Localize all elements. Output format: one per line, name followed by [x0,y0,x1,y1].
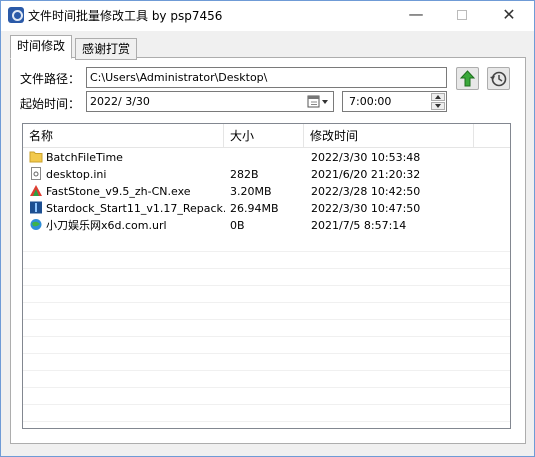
spinner-down-icon[interactable] [431,102,445,110]
file-name: 小刀娱乐网x6d.com.url [46,219,167,232]
row-divider [23,387,510,388]
start-time-label: 起始时间： [20,97,81,111]
file-size: 0B [230,219,245,232]
main-window: 文件时间批量修改工具 by psp7456 — ✕ 时间修改 感谢打赏 文件路径… [0,0,535,457]
file-time: 2021/7/5 8:57:14 [311,219,407,232]
minimize-button[interactable]: — [393,1,439,30]
row-divider [23,404,510,405]
maximize-icon [457,9,467,20]
file-size: 282B [230,168,259,181]
app-icon [8,7,24,23]
row-divider [23,285,510,286]
column-size[interactable]: 大小 [224,124,304,148]
spinner-up-icon[interactable] [431,93,445,101]
file-row[interactable]: FastStone_v9.5_zh-CN.exe 3.20MB 2022/3/2… [23,183,510,200]
time-spinner[interactable] [431,93,445,110]
file-name-cell: Stardock_Start11_v1.17_Repack.... [29,200,225,217]
file-name-cell: FastStone_v9.5_zh-CN.exe [29,183,225,200]
row-divider [23,319,510,320]
path-input[interactable]: C:\Users\Administrator\Desktop\ [86,67,447,88]
time-field[interactable]: 7:00:00 [342,91,447,112]
settings-file-icon [31,167,41,180]
tab-time-edit[interactable]: 时间修改 [10,35,73,59]
calendar-dropdown-button[interactable] [307,94,331,109]
history-icon [490,71,507,87]
file-list[interactable]: 名称 大小 修改时间 BatchFileTime 2022/3/30 10:53… [22,123,511,429]
time-value: 7:00:00 [349,95,392,108]
file-row[interactable]: desktop.ini 282B 2021/6/20 21:20:32 [23,166,510,183]
file-row[interactable]: 小刀娱乐网x6d.com.url 0B 2021/7/5 8:57:14 [23,217,510,234]
column-modified-time[interactable]: 修改时间 [304,124,474,148]
file-name: BatchFileTime [46,151,123,164]
list-header: 名称 大小 修改时间 [23,124,510,148]
file-name: Stardock_Start11_v1.17_Repack.... [46,202,225,215]
file-name: desktop.ini [46,168,107,181]
file-time: 2022/3/28 10:42:50 [311,185,421,198]
row-divider [23,302,510,303]
file-name-cell: BatchFileTime [29,149,225,166]
column-name[interactable]: 名称 [23,124,224,148]
history-button[interactable] [487,67,510,90]
file-name-cell: 小刀娱乐网x6d.com.url [29,217,225,234]
calendar-icon [307,95,328,108]
title-bar[interactable]: 文件时间批量修改工具 by psp7456 — ✕ [1,1,534,31]
date-picker[interactable]: 2022/ 3/30 [86,91,334,112]
path-label: 文件路径： [20,72,81,86]
file-size: 3.20MB [230,185,272,198]
file-name: FastStone_v9.5_zh-CN.exe [46,185,191,198]
file-row[interactable]: BatchFileTime 2022/3/30 10:53:48 [23,149,510,166]
file-time: 2021/6/20 21:20:32 [311,168,421,181]
row-divider [23,268,510,269]
faststone-icon [30,185,42,196]
file-size [230,149,300,166]
file-size: 26.94MB [230,202,279,215]
maximize-button[interactable] [439,1,485,30]
date-value: 2022/ 3/30 [90,95,150,108]
up-arrow-icon [459,70,476,87]
internet-shortcut-icon [30,219,42,230]
tab-donate[interactable]: 感谢打赏 [75,38,138,60]
installer-icon [30,201,42,214]
row-divider [23,251,510,252]
file-time: 2022/3/30 10:47:50 [311,202,421,215]
row-divider [23,370,510,371]
file-time: 2022/3/30 10:53:48 [311,151,421,164]
window-title: 文件时间批量修改工具 by psp7456 [28,9,223,23]
file-name-cell: desktop.ini [29,166,225,183]
close-button[interactable]: ✕ [486,1,532,30]
folder-icon [29,151,43,163]
file-row[interactable]: Stardock_Start11_v1.17_Repack.... 26.94M… [23,200,510,217]
go-up-button[interactable] [456,67,479,90]
row-divider [23,421,510,422]
row-divider [23,336,510,337]
row-divider [23,353,510,354]
